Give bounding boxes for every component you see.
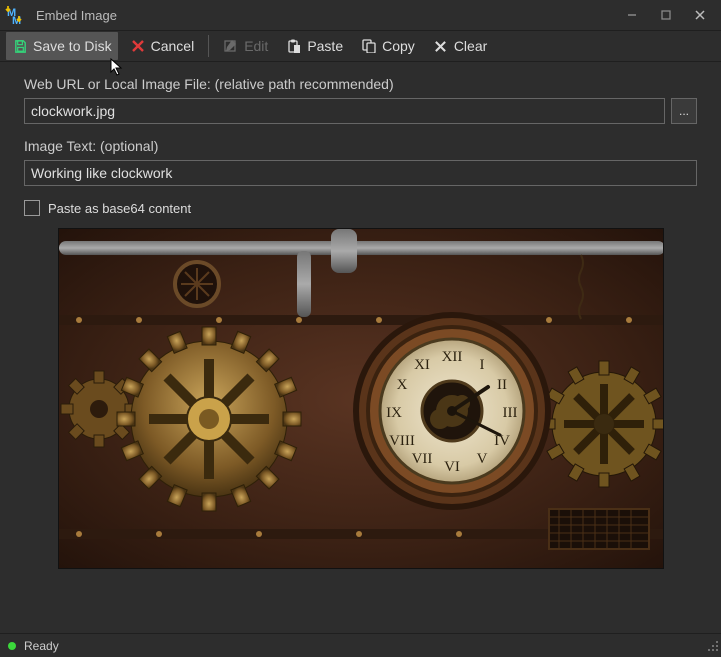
paste-icon	[286, 38, 302, 54]
url-input[interactable]	[24, 98, 665, 124]
cancel-icon	[130, 38, 146, 54]
image-text-input[interactable]	[24, 160, 697, 186]
svg-text:IV: IV	[494, 433, 510, 449]
save-label: Save to Disk	[33, 38, 112, 54]
svg-text:IX: IX	[386, 405, 402, 421]
copy-label: Copy	[382, 38, 415, 54]
window-title: Embed Image	[34, 8, 615, 23]
status-text: Ready	[24, 639, 59, 653]
save-button[interactable]: Save to Disk	[6, 32, 118, 60]
base64-checkbox[interactable]	[24, 200, 40, 216]
minimize-button[interactable]	[615, 0, 649, 30]
toolbar-separator	[208, 35, 209, 57]
base64-label: Paste as base64 content	[48, 201, 191, 216]
paste-button[interactable]: Paste	[280, 32, 349, 60]
edit-button[interactable]: Edit	[217, 32, 274, 60]
clear-button[interactable]: Clear	[427, 32, 493, 60]
svg-text:XII: XII	[441, 349, 462, 365]
svg-text:I: I	[479, 357, 484, 373]
image-preview: XII I II III IV V VI VII VIII IX X XI	[58, 228, 664, 569]
copy-button[interactable]: Copy	[355, 32, 421, 60]
maximize-button[interactable]	[649, 0, 683, 30]
svg-text:VIII: VIII	[389, 433, 415, 449]
svg-text:XI: XI	[414, 357, 430, 373]
save-icon	[12, 38, 28, 54]
cancel-label: Cancel	[151, 38, 195, 54]
image-text-label: Image Text: (optional)	[24, 138, 697, 154]
edit-icon	[223, 38, 239, 54]
svg-text:VII: VII	[411, 451, 432, 467]
status-indicator-icon	[8, 642, 16, 650]
clear-label: Clear	[454, 38, 487, 54]
url-label: Web URL or Local Image File: (relative p…	[24, 76, 697, 92]
resize-grip-icon[interactable]	[707, 640, 719, 655]
statusbar: Ready	[0, 633, 721, 657]
content-area: Web URL or Local Image File: (relative p…	[0, 62, 721, 569]
copy-icon	[361, 38, 377, 54]
svg-text:III: III	[502, 405, 517, 421]
edit-label: Edit	[244, 38, 268, 54]
browse-button[interactable]: ...	[671, 98, 697, 124]
svg-text:V: V	[476, 451, 487, 467]
clear-icon	[433, 38, 449, 54]
window-controls	[615, 0, 717, 30]
browse-label: ...	[679, 104, 689, 118]
paste-label: Paste	[307, 38, 343, 54]
cancel-button[interactable]: Cancel	[124, 32, 201, 60]
titlebar: M M Embed Image	[0, 0, 721, 30]
svg-text:X: X	[396, 377, 407, 393]
close-button[interactable]	[683, 0, 717, 30]
svg-text:II: II	[497, 377, 507, 393]
app-logo-icon: M M	[4, 4, 26, 26]
toolbar: Save to Disk Cancel Edit Paste Copy Clea…	[0, 30, 721, 62]
svg-text:VI: VI	[444, 459, 460, 475]
